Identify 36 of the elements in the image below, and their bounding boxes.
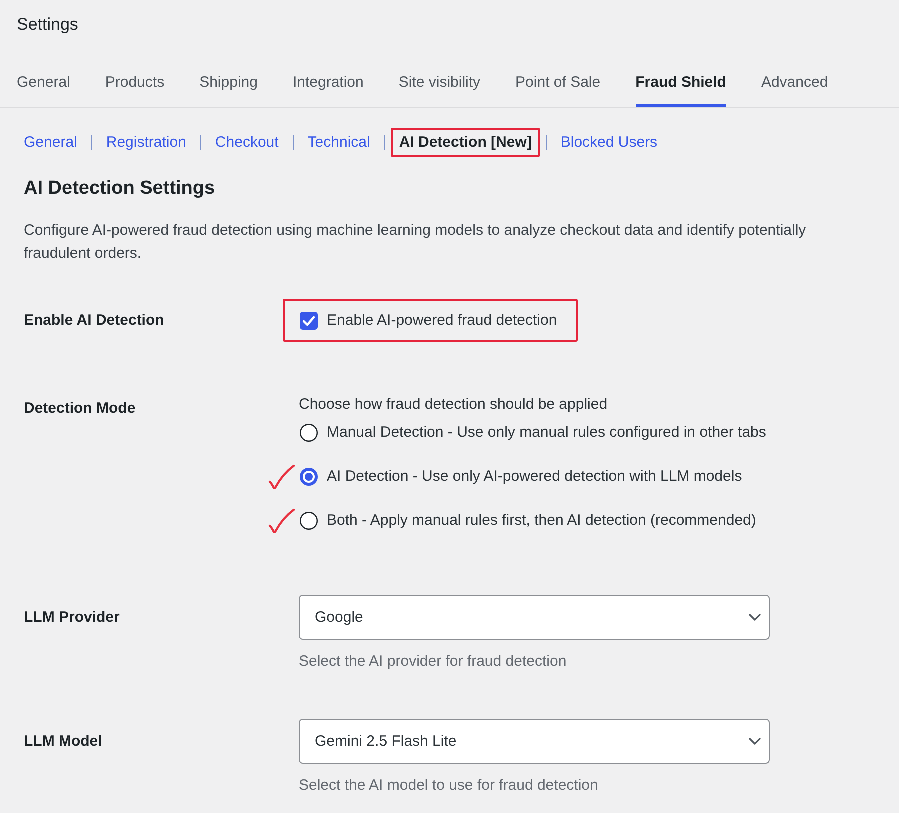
tab[interactable]: General [17, 63, 70, 107]
section-title: AI Detection Settings [24, 177, 216, 201]
help-text: Select the AI model to use for fraud detection [299, 776, 598, 796]
radio-label[interactable]: AI Detection - Use only AI-powered detection with LLM models [327, 465, 742, 488]
field-label: LLM Provider [24, 608, 121, 628]
tab[interactable]: Point of Sale [516, 63, 601, 107]
subtab-link[interactable]: AI Detection [New] [391, 128, 540, 157]
radio-button[interactable] [300, 512, 318, 530]
field-description: Choose how fraud detection should be applied [299, 395, 608, 415]
tab[interactable]: Advanced [761, 63, 828, 107]
chevron-down-icon [749, 614, 761, 621]
tab[interactable]: Products [105, 63, 165, 107]
tab[interactable]: Shipping [200, 63, 258, 107]
checkbox-label[interactable]: Enable AI-powered fraud detection [327, 309, 558, 332]
chevron-down-icon [749, 738, 761, 745]
checkbox[interactable] [300, 312, 318, 330]
field-label: LLM Model [24, 732, 104, 752]
tab[interactable]: Integration [292, 63, 364, 107]
page-title: Settings [16, 14, 80, 36]
subtab-link[interactable]: General [16, 128, 86, 157]
tab[interactable]: Site visibility [398, 63, 481, 107]
subtab-link[interactable]: Technical [300, 128, 378, 157]
section-description: Configure AI-powered fraud detection using machine learning models to analyze checkout data and identify potentially fraudulent orders. [24, 221, 808, 264]
radio-button[interactable] [300, 424, 318, 442]
field-label: Detection Mode [24, 399, 137, 419]
subtab-link[interactable]: Checkout [207, 128, 287, 157]
radio-label[interactable]: Manual Detection - Use only manual rules configured in other tabs [327, 421, 766, 444]
help-text: Select the AI provider for fraud detection [299, 652, 567, 672]
tab[interactable]: Fraud Shield [636, 63, 726, 107]
radio-button[interactable] [300, 468, 318, 486]
dropdown[interactable]: Gemini 2.5 Flash Lite [299, 719, 770, 764]
subtab-link[interactable]: Registration [98, 128, 194, 157]
field-label: Enable AI Detection [24, 311, 166, 331]
subtab-link[interactable]: Blocked Users [552, 128, 666, 157]
radio-label[interactable]: Both - Apply manual rules first, then AI detection (recommended) [327, 509, 756, 532]
dropdown[interactable]: Google [299, 595, 770, 640]
